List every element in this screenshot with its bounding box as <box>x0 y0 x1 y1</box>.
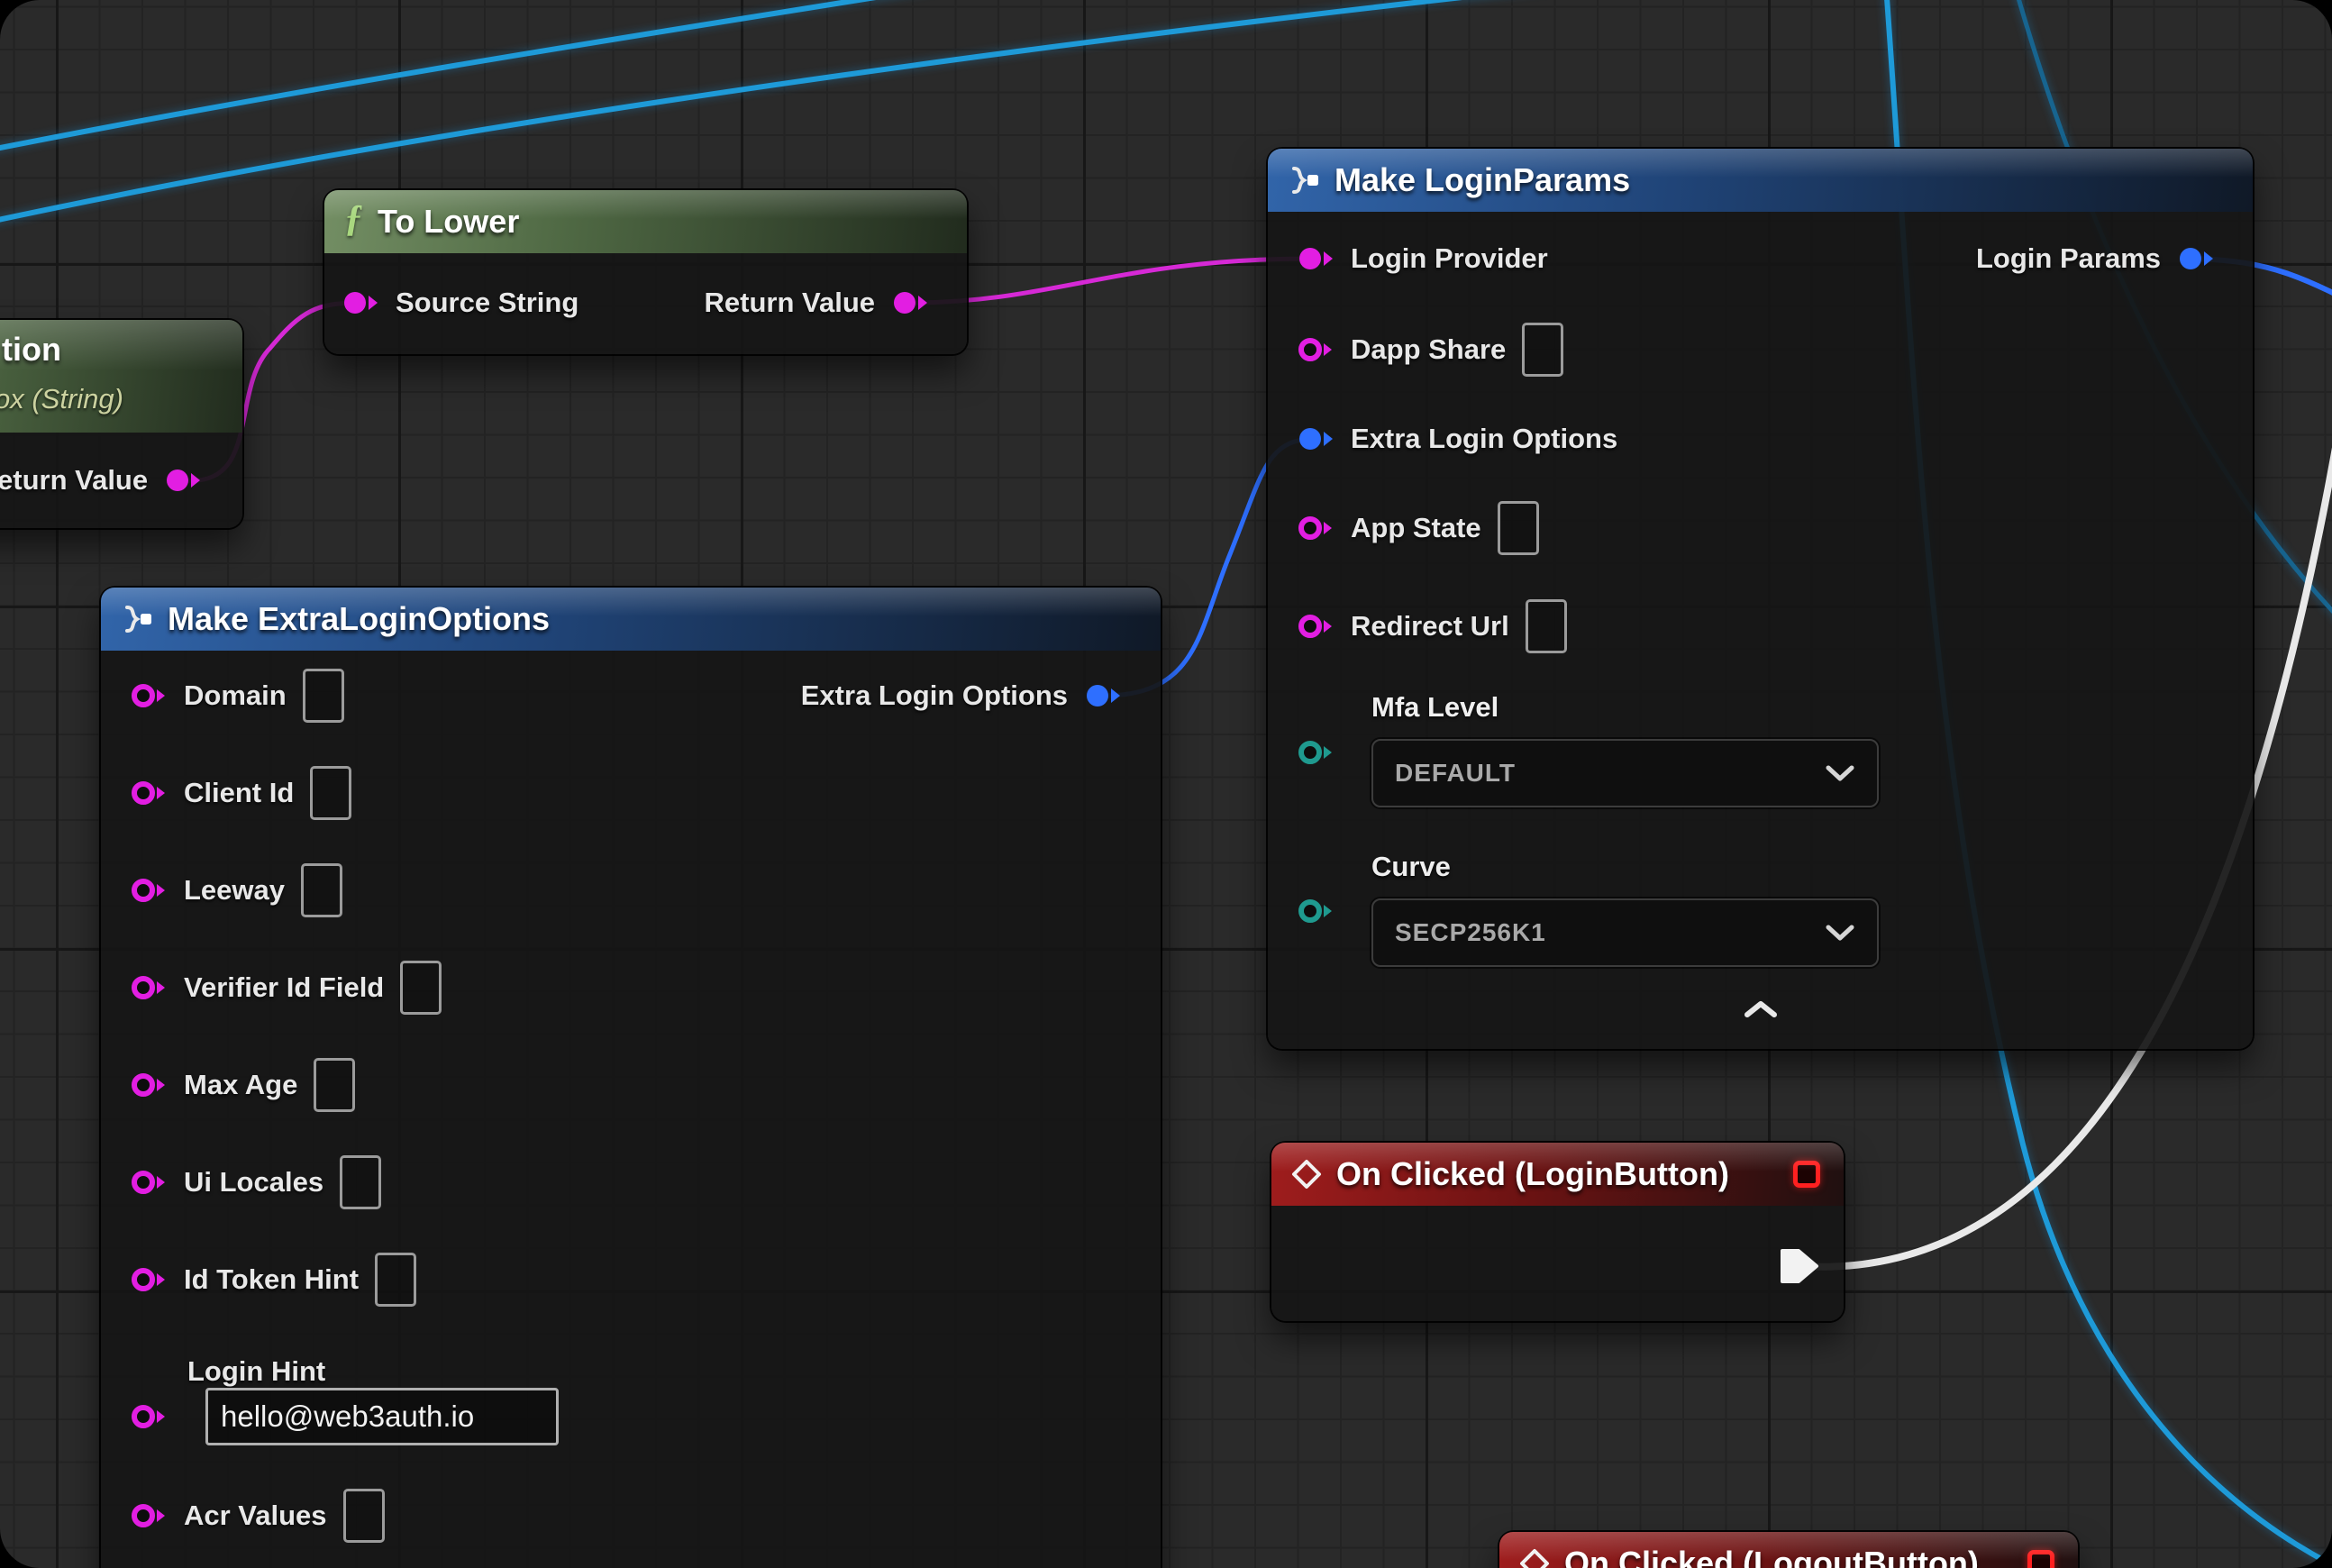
login-hint-input[interactable]: hello@web3auth.io <box>205 1388 559 1445</box>
node-on-clicked-logout-button[interactable]: On Clicked (LogoutButton) <box>1499 1532 2078 1568</box>
domain-pin-icon[interactable] <box>130 681 168 710</box>
pin-label-login-provider: Login Provider <box>1351 242 1548 275</box>
pin-label-max-age: Max Age <box>184 1069 297 1101</box>
ui-locales-value-box[interactable] <box>340 1155 381 1209</box>
node-title: On Clicked (LoginButton) <box>1336 1155 1729 1193</box>
node-to-lower[interactable]: ƒ To Lower Source String Return Value <box>324 190 967 354</box>
node-text-getter[interactable]: tion ox (String) eturn Value <box>0 320 242 528</box>
login-hint-value: hello@web3auth.io <box>221 1399 474 1434</box>
pin-label-ui-locales: Ui Locales <box>184 1166 323 1199</box>
pin-label-login-hint: Login Hint <box>187 1355 325 1388</box>
pin-label-mfa-level: Mfa Level <box>1371 691 1498 724</box>
wire-cyan-topleft-1[interactable] <box>0 0 1027 153</box>
dapp-share-pin-icon[interactable] <box>1297 335 1335 364</box>
node-title: On Clicked (LogoutButton) <box>1564 1545 1979 1568</box>
pin-label-app-state: App State <box>1351 512 1481 544</box>
login-provider-pin-icon[interactable] <box>1297 244 1335 273</box>
max-age-value-box[interactable] <box>314 1058 355 1112</box>
node-on-clicked-login-button[interactable]: On Clicked (LoginButton) <box>1271 1143 1844 1321</box>
chevron-down-icon <box>1825 924 1855 942</box>
curve-pin-icon[interactable] <box>1297 897 1335 925</box>
pin-label-return-value: Return Value <box>705 287 876 319</box>
pin-label-dapp-share: Dapp Share <box>1351 333 1506 366</box>
node-make-extra-login-options-header: Make ExtraLoginOptions <box>101 588 1161 651</box>
pin-label-curve: Curve <box>1371 851 1451 883</box>
pin-label-source-string: Source String <box>396 287 578 319</box>
mfa-level-pin-icon[interactable] <box>1297 738 1335 767</box>
client-id-pin-icon[interactable] <box>130 779 168 807</box>
ui-locales-pin-icon[interactable] <box>130 1168 168 1197</box>
node-make-extra-login-options[interactable]: Make ExtraLoginOptions Extra Login Optio… <box>101 588 1161 1568</box>
pin-label-redirect-url: Redirect Url <box>1351 610 1509 643</box>
mfa-level-value: DEFAULT <box>1395 759 1516 788</box>
return-value-pin-icon[interactable] <box>891 288 929 317</box>
node-on-clicked-login-header: On Clicked (LoginButton) <box>1271 1143 1844 1206</box>
acr-values-value-box[interactable] <box>343 1489 385 1543</box>
wire-pink-tolower-to-loginprovider[interactable] <box>910 259 1311 303</box>
dapp-share-value-box[interactable] <box>1522 323 1563 377</box>
collapse-node-chevron-icon[interactable] <box>1740 999 1781 1019</box>
acr-values-pin-icon[interactable] <box>130 1501 168 1530</box>
app-state-value-box[interactable] <box>1498 501 1539 555</box>
mfa-level-dropdown[interactable]: DEFAULT <box>1371 739 1879 807</box>
event-diamond-icon <box>1291 1159 1322 1190</box>
node-make-login-params[interactable]: Make LoginParams Login Provider Login Pa… <box>1268 149 2253 1049</box>
node-title: To Lower <box>378 203 519 241</box>
login-hint-pin-icon[interactable] <box>130 1402 168 1431</box>
domain-value-box[interactable] <box>303 669 344 723</box>
pin-label-extra-login-options-in: Extra Login Options <box>1351 423 1617 455</box>
redirect-url-value-box[interactable] <box>1526 599 1567 653</box>
max-age-pin-icon[interactable] <box>130 1071 168 1099</box>
app-state-pin-icon[interactable] <box>1297 514 1335 542</box>
id-token-hint-pin-icon[interactable] <box>130 1265 168 1294</box>
redirect-url-pin-icon[interactable] <box>1297 612 1335 641</box>
pin-label-return-value: eturn Value <box>0 464 148 497</box>
blueprint-canvas[interactable]: tion ox (String) eturn Value ƒ To Lower … <box>0 0 2332 1568</box>
leeway-pin-icon[interactable] <box>130 876 168 905</box>
function-f-icon: ƒ <box>344 200 363 238</box>
pin-label-acr-values: Acr Values <box>184 1500 327 1532</box>
node-title: tion <box>2 331 61 369</box>
source-string-pin-icon[interactable] <box>342 288 379 317</box>
node-on-clicked-logout-header: On Clicked (LogoutButton) <box>1499 1532 2078 1568</box>
event-diamond-icon <box>1519 1548 1550 1568</box>
pin-label-verifier-id-field: Verifier Id Field <box>184 971 384 1004</box>
node-subtitle: ox (String) <box>0 383 123 415</box>
node-make-login-params-header: Make LoginParams <box>1268 149 2253 212</box>
node-title: Make ExtraLoginOptions <box>168 600 550 638</box>
return-value-pin-icon[interactable] <box>164 466 202 495</box>
exec-out-pin-icon[interactable] <box>1779 1247 1820 1285</box>
widget-event-red-square-icon <box>2027 1550 2054 1568</box>
pin-label-id-token-hint: Id Token Hint <box>184 1263 359 1296</box>
extra-login-options-out-pin-icon[interactable] <box>1084 681 1122 710</box>
pin-label-extra-login-options-out: Extra Login Options <box>801 679 1068 712</box>
curve-value: SECP256K1 <box>1395 918 1546 947</box>
node-to-lower-header: ƒ To Lower <box>324 190 967 253</box>
id-token-hint-value-box[interactable] <box>375 1253 416 1307</box>
make-struct-icon <box>1288 164 1320 196</box>
pin-label-leeway: Leeway <box>184 874 285 907</box>
pin-label-login-params-out: Login Params <box>1976 242 2161 275</box>
node-text-getter-header: tion ox (String) <box>0 320 242 433</box>
pin-label-client-id: Client Id <box>184 777 294 809</box>
widget-event-red-square-icon <box>1793 1161 1820 1188</box>
pin-label-domain: Domain <box>184 679 287 712</box>
extra-login-options-in-pin-icon[interactable] <box>1297 424 1335 453</box>
client-id-value-box[interactable] <box>310 766 351 820</box>
login-params-out-pin-icon[interactable] <box>2177 244 2215 273</box>
curve-dropdown[interactable]: SECP256K1 <box>1371 898 1879 967</box>
chevron-down-icon <box>1825 764 1855 782</box>
verifier-id-field-pin-icon[interactable] <box>130 973 168 1002</box>
make-struct-icon <box>121 603 153 635</box>
verifier-id-field-value-box[interactable] <box>400 961 442 1015</box>
leeway-value-box[interactable] <box>301 863 342 917</box>
node-title: Make LoginParams <box>1335 161 1630 199</box>
